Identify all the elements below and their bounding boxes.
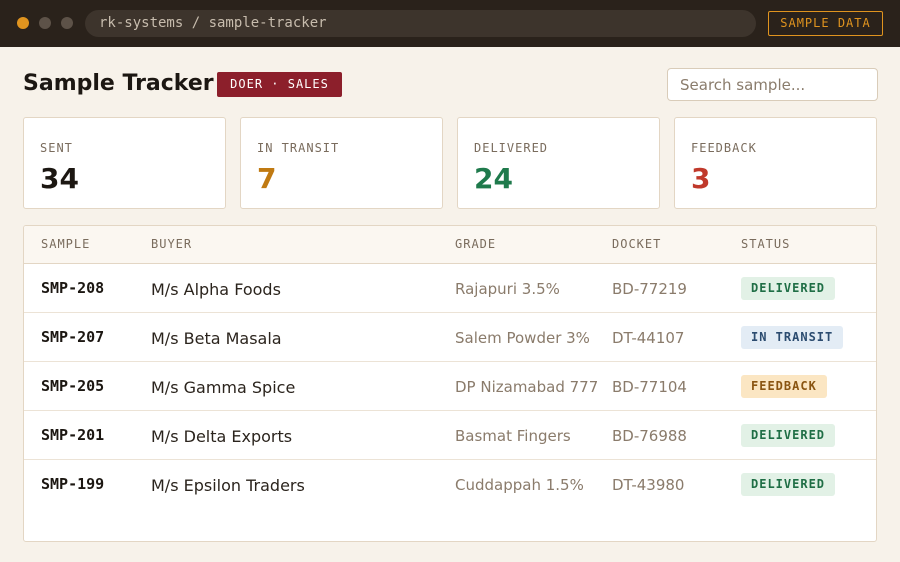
- minimize-window-dot[interactable]: [39, 17, 51, 29]
- sample-id[interactable]: SMP-201: [41, 425, 104, 445]
- close-window-dot[interactable]: [17, 17, 29, 29]
- docket-number: BD-77104: [612, 378, 687, 396]
- status-badge: FEEDBACK: [741, 375, 827, 398]
- sample-data-tag: SAMPLE DATA: [768, 11, 883, 36]
- column-header-sample[interactable]: SAMPLE: [41, 237, 90, 251]
- grade: Salem Powder 3%: [455, 329, 590, 347]
- column-header-status[interactable]: STATUS: [741, 237, 790, 251]
- docket-number: DT-44107: [612, 329, 685, 347]
- stat-value: 7: [257, 162, 277, 195]
- table-row[interactable]: SMP-205 M/s Gamma Spice DP Nizamabad 777…: [24, 362, 876, 411]
- column-header-grade[interactable]: GRADE: [455, 237, 496, 251]
- buyer-name: M/s Alpha Foods: [151, 280, 281, 299]
- title-bar: rk-systems / sample-tracker SAMPLE DATA: [0, 0, 900, 47]
- status-badge: IN TRANSIT: [741, 326, 844, 349]
- sample-id[interactable]: SMP-208: [41, 278, 104, 298]
- sample-id[interactable]: SMP-199: [41, 474, 104, 494]
- stat-value: 34: [40, 162, 79, 195]
- stat-value: 3: [691, 162, 711, 195]
- sample-id[interactable]: SMP-205: [41, 376, 104, 396]
- stat-label: DELIVERED: [474, 141, 549, 155]
- stat-card-delivered: DELIVERED 24: [457, 117, 660, 209]
- table-row[interactable]: SMP-199 M/s Epsilon Traders Cuddappah 1.…: [24, 460, 876, 509]
- table-header: SAMPLE BUYER GRADE DOCKET STATUS: [24, 226, 876, 264]
- stat-label: SENT: [40, 141, 73, 155]
- buyer-name: M/s Epsilon Traders: [151, 476, 305, 495]
- search-input[interactable]: [667, 68, 878, 101]
- grade: Cuddappah 1.5%: [455, 476, 584, 494]
- address-bar[interactable]: rk-systems / sample-tracker: [85, 10, 756, 37]
- stat-label: IN TRANSIT: [257, 141, 340, 155]
- table-row[interactable]: SMP-207 M/s Beta Masala Salem Powder 3% …: [24, 313, 876, 362]
- column-header-docket[interactable]: DOCKET: [612, 237, 661, 251]
- grade: Rajapuri 3.5%: [455, 280, 560, 298]
- table-row[interactable]: SMP-208 M/s Alpha Foods Rajapuri 3.5% BD…: [24, 264, 876, 313]
- table-row[interactable]: SMP-201 M/s Delta Exports Basmat Fingers…: [24, 411, 876, 460]
- docket-number: DT-43980: [612, 476, 685, 494]
- status-badge: DELIVERED: [741, 277, 836, 300]
- stat-card-feedback: FEEDBACK 3: [674, 117, 877, 209]
- stat-card-in-transit: IN TRANSIT 7: [240, 117, 443, 209]
- docket-number: BD-76988: [612, 427, 687, 445]
- docket-number: BD-77219: [612, 280, 687, 298]
- column-header-buyer[interactable]: BUYER: [151, 237, 192, 251]
- role-badge: DOER · SALES: [217, 72, 342, 97]
- buyer-name: M/s Delta Exports: [151, 427, 293, 446]
- status-badge: DELIVERED: [741, 424, 836, 447]
- grade: Basmat Fingers: [455, 427, 571, 445]
- buyer-name: M/s Gamma Spice: [151, 378, 296, 397]
- stat-label: FEEDBACK: [691, 141, 757, 155]
- grade: DP Nizamabad 777: [455, 378, 599, 396]
- maximize-window-dot[interactable]: [61, 17, 73, 29]
- stat-card-sent: SENT 34: [23, 117, 226, 209]
- status-badge: DELIVERED: [741, 473, 836, 496]
- buyer-name: M/s Beta Masala: [151, 329, 282, 348]
- sample-id[interactable]: SMP-207: [41, 327, 104, 347]
- stat-value: 24: [474, 162, 513, 195]
- samples-table: SAMPLE BUYER GRADE DOCKET STATUS SMP-208…: [23, 225, 877, 542]
- page-title: Sample Tracker: [23, 71, 214, 96]
